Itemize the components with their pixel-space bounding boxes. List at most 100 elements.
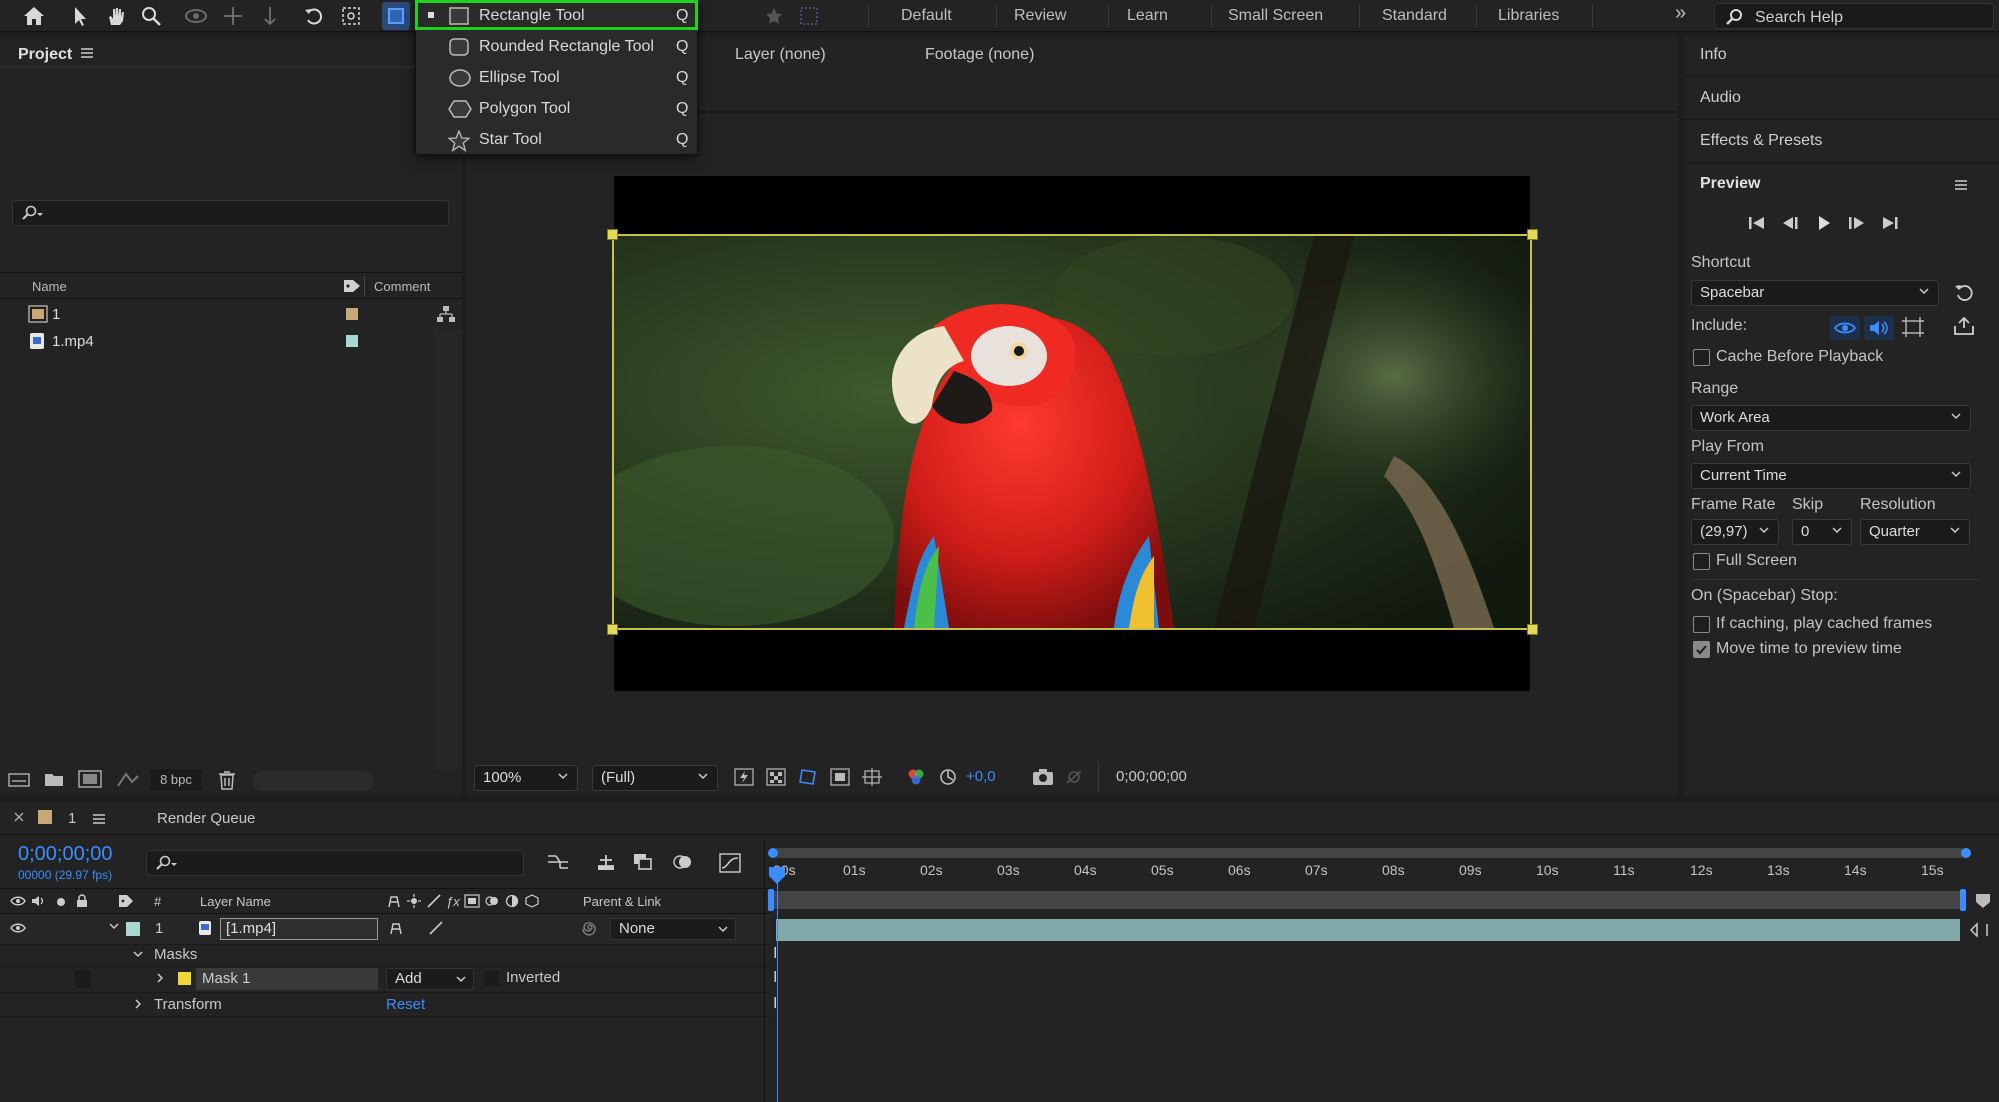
parrot-video-frame[interactable] (612, 234, 1532, 630)
rectangle-shape-tool-icon[interactable] (382, 2, 410, 30)
panel-menu-icon[interactable] (1954, 178, 1968, 192)
layer-in-out-icon[interactable] (1968, 920, 1990, 940)
full-screen-checkbox[interactable] (1693, 553, 1710, 570)
chevron-down-icon[interactable] (132, 948, 144, 960)
panel-menu-icon[interactable] (92, 812, 106, 826)
timeline-search-input[interactable] (146, 850, 524, 876)
audio-header-icon[interactable] (31, 895, 45, 907)
mask-color-swatch[interactable] (178, 972, 191, 985)
composition-flowchart-icon[interactable] (546, 852, 570, 872)
solo-header-icon[interactable] (57, 898, 65, 906)
last-frame-icon[interactable] (1880, 214, 1900, 232)
shortcut-dropdown[interactable]: Spacebar (1691, 280, 1939, 306)
flowchart-icon[interactable] (436, 305, 456, 323)
thumbnail-slider[interactable] (252, 771, 374, 791)
column-header-layer-name[interactable]: Layer Name (200, 894, 271, 909)
include-audio-icon[interactable] (1864, 316, 1894, 340)
current-time-display[interactable]: 0;00;00;00 (18, 843, 113, 866)
frame-rate-dropdown[interactable]: (29,97) (1691, 519, 1779, 545)
effects-presets-panel-tab[interactable]: Effects & Presets (1700, 132, 1822, 150)
include-overlays-icon[interactable] (1902, 317, 1924, 337)
motion-blur-switch-icon[interactable] (484, 893, 500, 909)
column-header-comment[interactable]: Comment (374, 279, 430, 294)
rotation-tool-icon[interactable] (300, 2, 328, 30)
mask-vertex-handle[interactable] (1527, 229, 1538, 240)
playhead-line[interactable] (777, 870, 778, 1102)
range-dropdown[interactable]: Work Area (1691, 405, 1971, 431)
work-area-bar[interactable] (773, 891, 1963, 909)
layer-name-field[interactable]: [1.mp4] (220, 918, 378, 940)
selection-tool-icon[interactable] (66, 2, 94, 30)
close-icon[interactable] (14, 812, 24, 822)
orbit-camera-icon[interactable] (182, 2, 210, 30)
reset-exposure-icon[interactable] (938, 768, 958, 786)
mask-vertex-handle[interactable] (607, 624, 618, 635)
collapse-transformations-icon[interactable] (406, 893, 422, 909)
info-panel-tab[interactable]: Info (1700, 46, 1727, 64)
layer-visibility-icon[interactable] (10, 922, 26, 934)
layer-label-swatch[interactable] (126, 922, 140, 936)
preview-panel-title[interactable]: Preview (1700, 175, 1760, 193)
column-header-number[interactable]: # (154, 894, 161, 909)
channel-colors-icon[interactable] (906, 768, 926, 786)
render-queue-tab[interactable]: Render Queue (157, 810, 255, 827)
adjustment-layer-icon[interactable] (504, 893, 520, 909)
comp-tab[interactable]: 1 (68, 810, 76, 827)
workspace-small-screen[interactable]: Small Screen (1228, 7, 1323, 25)
previous-frame-icon[interactable] (1780, 214, 1800, 232)
3d-layer-icon[interactable] (524, 893, 540, 909)
mask-vertex-handle[interactable] (607, 229, 618, 240)
work-area-start-handle[interactable] (768, 889, 774, 911)
workspace-default[interactable]: Default (901, 7, 952, 25)
trash-icon[interactable] (218, 770, 236, 790)
show-snapshot-icon[interactable] (1064, 768, 1084, 786)
new-composition-icon[interactable] (78, 770, 102, 788)
mask-vertex-handle[interactable] (1527, 624, 1538, 635)
next-frame-icon[interactable] (1847, 214, 1867, 232)
viewer-timecode[interactable]: 0;00;00;00 (1116, 768, 1187, 785)
menu-item-rectangle-tool[interactable]: Rectangle Tool Q (416, 1, 699, 32)
star-puppet-icon[interactable] (760, 2, 788, 30)
workspace-learn[interactable]: Learn (1127, 7, 1168, 25)
footage-viewer-tab[interactable]: Footage (none) (925, 46, 1034, 64)
project-search-input[interactable] (12, 200, 449, 226)
reset-icon[interactable] (1954, 282, 1974, 302)
panel-menu-icon[interactable] (80, 46, 94, 60)
project-item-footage[interactable]: 1.mp4 (0, 329, 434, 355)
search-help-input[interactable]: Search Help (1714, 3, 1994, 29)
graph-editor-icon[interactable] (718, 852, 742, 874)
project-panel-title[interactable]: Project (18, 46, 72, 64)
dolly-camera-icon[interactable] (256, 2, 284, 30)
chevron-right-icon[interactable] (132, 998, 144, 1010)
column-header-name[interactable]: Name (32, 279, 67, 294)
mask-mode-dropdown[interactable]: Add (386, 968, 474, 990)
pan-camera-icon[interactable] (219, 2, 247, 30)
layer-duration-bar[interactable] (776, 919, 1960, 941)
menu-item-star-tool[interactable]: Star Tool Q (416, 125, 699, 156)
workspace-overflow-chevron[interactable]: » (1675, 2, 1686, 25)
workspace-standard[interactable]: Standard (1382, 7, 1447, 25)
project-scrollbar[interactable] (434, 330, 462, 770)
label-tag-icon[interactable] (118, 894, 134, 908)
time-navigator[interactable] (773, 848, 1966, 858)
chevron-right-icon[interactable] (154, 972, 166, 984)
motion-blur-icon[interactable] (670, 852, 694, 872)
interpret-footage-icon[interactable] (8, 772, 30, 788)
zoom-tool-icon[interactable] (137, 2, 165, 30)
workspace-review[interactable]: Review (1014, 7, 1066, 25)
playhead-handle-icon[interactable] (768, 866, 786, 886)
bit-depth-button[interactable]: 8 bpc (150, 769, 202, 791)
roto-brush-icon[interactable] (795, 2, 823, 30)
adjust-project-settings-icon[interactable] (116, 770, 140, 788)
play-from-dropdown[interactable]: Current Time (1691, 463, 1971, 489)
fast-previews-icon[interactable] (734, 768, 754, 786)
frame-blending-icon[interactable] (632, 852, 654, 872)
masks-group-label[interactable]: Masks (154, 946, 197, 963)
region-of-interest-icon[interactable] (830, 768, 850, 786)
if-caching-checkbox[interactable] (1693, 616, 1710, 633)
transparency-grid-icon[interactable] (766, 768, 786, 786)
grid-guides-icon[interactable] (862, 768, 882, 786)
quality-switch-icon[interactable] (428, 921, 444, 935)
label-tag-icon[interactable] (343, 278, 361, 294)
work-area-end-handle[interactable] (1960, 889, 1966, 911)
